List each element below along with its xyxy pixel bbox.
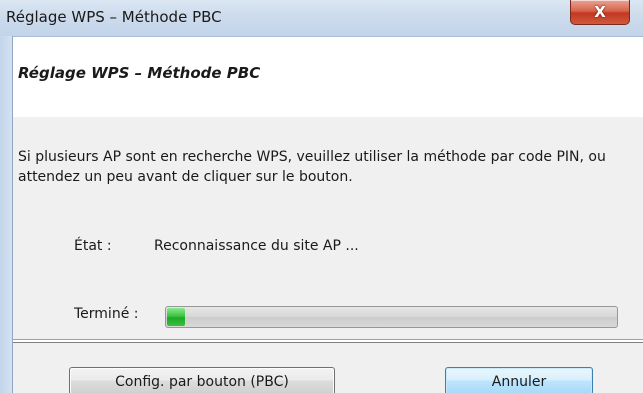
instructions-text: Si plusieurs AP sont en recherche WPS, v… bbox=[18, 149, 606, 185]
progress-fill bbox=[167, 308, 185, 326]
status-value: Reconnaissance du site AP ... bbox=[154, 238, 359, 254]
close-button[interactable]: X bbox=[570, 0, 630, 25]
separator bbox=[13, 339, 643, 343]
status-label: État : bbox=[74, 238, 112, 254]
dialog-heading: Réglage WPS – Méthode PBC bbox=[18, 64, 261, 82]
dialog-client-area: Réglage WPS – Méthode PBC Si plusieurs A… bbox=[13, 37, 643, 393]
wps-dialog-window: Réglage WPS – Méthode PBC X Réglage WPS … bbox=[0, 0, 643, 393]
progress-bar bbox=[165, 306, 618, 328]
title-bar[interactable]: Réglage WPS – Méthode PBC X bbox=[0, 0, 643, 37]
window-title: Réglage WPS – Méthode PBC bbox=[6, 8, 222, 26]
close-icon: X bbox=[594, 3, 606, 21]
cancel-button[interactable]: Annuler bbox=[445, 367, 593, 393]
window-frame-left bbox=[0, 36, 13, 393]
pbc-config-button[interactable]: Config. par bouton (PBC) bbox=[69, 367, 335, 393]
progress-label: Terminé : bbox=[74, 306, 139, 322]
